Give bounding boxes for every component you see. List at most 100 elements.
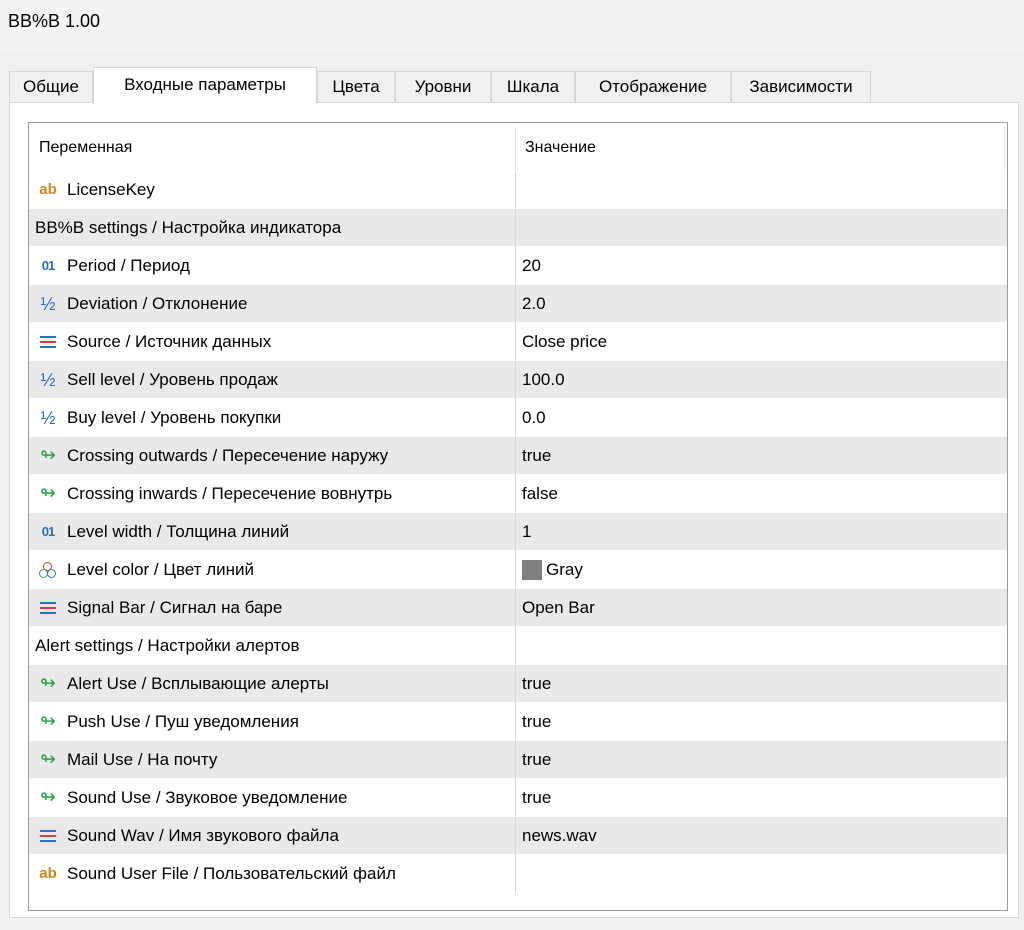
parameter-name-cell[interactable]: Signal Bar / Сигнал на баре [29, 589, 515, 627]
parameter-value-cell[interactable]: 0.0 [516, 399, 1007, 437]
grid-header: Переменная Значение [29, 123, 1007, 171]
color-icon [37, 560, 59, 580]
parameter-row[interactable]: ↬ Push Use / Пуш уведомления true [29, 703, 1007, 741]
parameter-name-cell[interactable]: Alert settings / Настройки алертов [29, 627, 515, 665]
parameter-label: Sound User File / Пользовательский файл [67, 864, 396, 883]
tab-dependencies[interactable]: Зависимости [731, 71, 871, 102]
parameter-label: Sound Use / Звуковое уведомление [67, 788, 348, 807]
parameter-name-cell[interactable]: ½ Buy level / Уровень покупки [29, 399, 515, 437]
column-divider[interactable] [515, 127, 516, 167]
bool-icon: ↬ [40, 749, 56, 770]
enum-icon [37, 332, 59, 352]
parameter-value-cell[interactable]: false [516, 475, 1007, 513]
column-header-variable[interactable]: Переменная [39, 139, 132, 157]
parameter-value-cell[interactable]: 20 [516, 247, 1007, 285]
double-icon: ½ [40, 370, 56, 390]
parameter-row[interactable]: ↬ Alert Use / Всплывающие алерты true [29, 665, 1007, 703]
tab-levels[interactable]: Уровни [395, 71, 491, 102]
tab-visualization[interactable]: Отображение [575, 71, 731, 102]
parameter-label: LicenseKey [67, 180, 155, 199]
parameter-name-cell[interactable]: Level color / Цвет линий [29, 551, 515, 589]
parameter-row[interactable]: ↬ Crossing outwards / Пересечение наружу t… [29, 437, 1007, 475]
parameter-value-cell[interactable]: true [516, 665, 1007, 703]
parameter-value: true [522, 788, 552, 807]
parameter-row[interactable]: ½ Sell level / Уровень продаж 100.0 [29, 361, 1007, 399]
parameter-name-cell[interactable]: BB%B settings / Настройка индикатора [29, 209, 515, 247]
parameter-label: Mail Use / На почту [67, 750, 218, 769]
parameter-name-cell[interactable]: Sound Wav / Имя звукового файла [29, 817, 515, 855]
parameter-name-cell[interactable]: ½ Deviation / Отклонение [29, 285, 515, 323]
parameter-label: Sell level / Уровень продаж [67, 370, 278, 389]
parameter-row[interactable]: 01 Period / Период 20 [29, 247, 1007, 285]
tab-strip: Общие Входные параметры Цвета Уровни Шка… [9, 67, 1019, 104]
parameter-value-cell[interactable]: true [516, 437, 1007, 475]
parameters-grid: Переменная Значение ab LicenseKey BB%B set… [28, 122, 1008, 911]
group-row[interactable]: BB%B settings / Настройка индикатора [29, 209, 1007, 247]
parameter-name-cell[interactable]: Source / Источник данных [29, 323, 515, 361]
parameter-value: true [522, 750, 552, 769]
parameter-value-cell[interactable]: 1 [516, 513, 1007, 551]
parameter-name-cell[interactable]: ab LicenseKey [29, 171, 515, 209]
parameter-value-cell[interactable] [516, 855, 1007, 893]
parameter-label: Deviation / Отклонение [67, 294, 248, 313]
parameter-value-cell[interactable]: true [516, 741, 1007, 779]
enum-icon [37, 598, 59, 618]
parameter-row[interactable]: ab LicenseKey [29, 171, 1007, 209]
title-bar: BB%B 1.00 [0, 0, 1024, 52]
tab-general[interactable]: Общие [9, 71, 93, 102]
column-header-value[interactable]: Значение [525, 139, 596, 157]
color-swatch[interactable] [522, 560, 542, 580]
parameter-value-cell[interactable] [516, 171, 1007, 209]
parameter-name-cell[interactable]: ↬ Mail Use / На почту [29, 741, 515, 779]
tab-scale[interactable]: Шкала [491, 71, 575, 102]
parameter-row[interactable]: Source / Источник данных Close price [29, 323, 1007, 361]
parameter-label: Sound Wav / Имя звукового файла [67, 826, 339, 845]
parameter-value-cell[interactable]: Close price [516, 323, 1007, 361]
parameter-value-cell[interactable]: Open Bar [516, 589, 1007, 627]
parameter-value-cell[interactable]: true [516, 779, 1007, 817]
string-icon: ab [39, 865, 57, 882]
parameter-value-cell[interactable] [516, 209, 1007, 247]
parameter-name-cell[interactable]: ↬ Crossing outwards / Пересечение наружу [29, 437, 515, 475]
parameter-row[interactable]: 01 Level width / Толщина линий 1 [29, 513, 1007, 551]
parameter-row[interactable]: ↬ Crossing inwards / Пересечение вовнутрь… [29, 475, 1007, 513]
parameter-value: 2.0 [522, 294, 546, 313]
bool-icon: ↬ [40, 673, 56, 694]
group-row[interactable]: Alert settings / Настройки алертов [29, 627, 1007, 665]
parameter-row[interactable]: Signal Bar / Сигнал на баре Open Bar [29, 589, 1007, 627]
tab-colors[interactable]: Цвета [317, 71, 395, 102]
parameter-name-cell[interactable]: 01 Period / Период [29, 247, 515, 285]
parameter-label: Buy level / Уровень покупки [67, 408, 282, 427]
parameter-row[interactable]: Sound Wav / Имя звукового файла news.wav [29, 817, 1007, 855]
group-label: BB%B settings / Настройка индикатора [35, 218, 342, 237]
parameter-value: true [522, 674, 552, 693]
parameter-name-cell[interactable]: ab Sound User File / Пользовательский фай… [29, 855, 515, 893]
tab-inputs[interactable]: Входные параметры [93, 67, 317, 104]
bool-icon: ↬ [40, 787, 56, 808]
parameter-name-cell[interactable]: 01 Level width / Толщина линий [29, 513, 515, 551]
parameter-value: news.wav [522, 826, 597, 845]
parameter-name-cell[interactable]: ↬ Crossing inwards / Пересечение вовнутрь [29, 475, 515, 513]
parameter-value-cell[interactable]: Gray [516, 551, 1007, 589]
parameter-row[interactable]: ab Sound User File / Пользовательский фай… [29, 855, 1007, 893]
parameter-value-cell[interactable]: 2.0 [516, 285, 1007, 323]
parameter-value: 1 [522, 522, 532, 541]
parameter-name-cell[interactable]: ↬ Sound Use / Звуковое уведомление [29, 779, 515, 817]
parameter-row[interactable]: ½ Deviation / Отклонение 2.0 [29, 285, 1007, 323]
parameter-label: Crossing inwards / Пересечение вовнутрь [67, 484, 393, 503]
header-edge [1004, 127, 1005, 171]
parameter-row[interactable]: Level color / Цвет линий Gray [29, 551, 1007, 589]
parameter-value-cell[interactable]: news.wav [516, 817, 1007, 855]
parameter-name-cell[interactable]: ½ Sell level / Уровень продаж [29, 361, 515, 399]
parameter-value-cell[interactable]: 100.0 [516, 361, 1007, 399]
parameter-value-cell[interactable] [516, 627, 1007, 665]
double-icon: ½ [40, 408, 56, 428]
parameter-value-cell[interactable]: true [516, 703, 1007, 741]
parameter-row[interactable]: ½ Buy level / Уровень покупки 0.0 [29, 399, 1007, 437]
parameter-name-cell[interactable]: ↬ Push Use / Пуш уведомления [29, 703, 515, 741]
parameter-name-cell[interactable]: ↬ Alert Use / Всплывающие алерты [29, 665, 515, 703]
parameter-value: Open Bar [522, 598, 595, 617]
parameter-row[interactable]: ↬ Sound Use / Звуковое уведомление true [29, 779, 1007, 817]
parameter-row[interactable]: ↬ Mail Use / На почту true [29, 741, 1007, 779]
parameter-value: true [522, 712, 552, 731]
